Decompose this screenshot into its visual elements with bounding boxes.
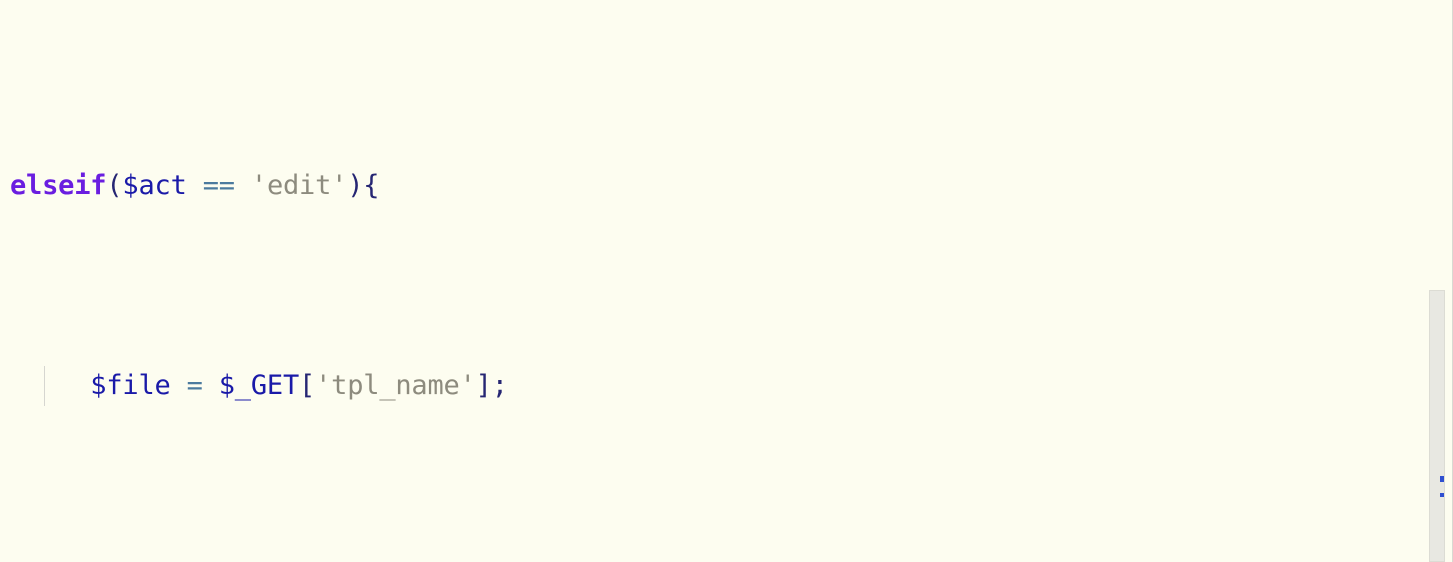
bracket-open: [ <box>299 370 316 401</box>
indent-guide <box>44 366 45 406</box>
bracket-close: ]; <box>475 370 508 401</box>
scrollbar-marker[interactable] <box>1440 493 1444 497</box>
operator-equality: == <box>202 170 235 201</box>
superglobal-get: $_GET <box>218 370 300 401</box>
string-tpl-name: 'tpl_name' <box>315 370 476 401</box>
code-editor[interactable]: elseif($act == 'edit'){ $file = $_GET['t… <box>0 0 1453 562</box>
code-line-2[interactable]: $file = $_GET['tpl_name']; <box>0 366 1453 406</box>
string-edit: 'edit' <box>250 170 348 201</box>
operator-assign: = <box>186 370 203 401</box>
scrollbar-marker[interactable] <box>1440 476 1444 482</box>
vertical-scrollbar-thumb[interactable] <box>1429 290 1445 562</box>
paren-close-brace: ){ <box>347 170 380 201</box>
code-content[interactable]: elseif($act == 'edit'){ $file = $_GET['t… <box>0 0 1453 562</box>
keyword-elseif: elseif <box>10 170 107 201</box>
variable-act: $act <box>122 170 187 201</box>
paren-open: ( <box>106 170 123 201</box>
code-line-1[interactable]: elseif($act == 'edit'){ <box>0 166 1453 206</box>
variable-file: $file <box>90 370 171 401</box>
